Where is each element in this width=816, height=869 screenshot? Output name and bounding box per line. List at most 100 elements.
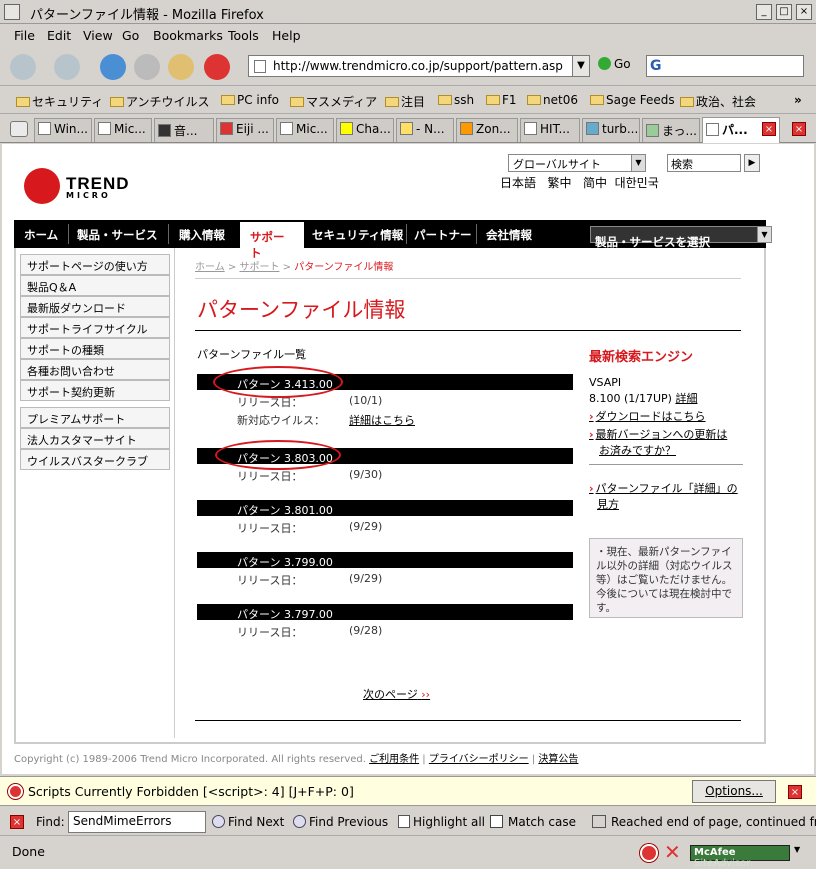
release-date: (9/29) [349, 520, 383, 533]
sidebar-item[interactable]: サポート契約更新 [20, 380, 170, 401]
sidebar-item[interactable]: 各種お問い合わせ [20, 359, 170, 380]
bookmarks-overflow-icon[interactable]: » [794, 93, 802, 107]
financial-link[interactable]: 決算公告 [538, 754, 578, 765]
menu-view[interactable]: View [83, 28, 113, 43]
product-select[interactable]: 製品・サービスを選択 ▼ [590, 226, 772, 249]
bookmark-folder[interactable]: PC info [221, 93, 279, 107]
menu-edit[interactable]: Edit [47, 28, 71, 43]
breadcrumb-home[interactable]: ホーム [195, 262, 225, 273]
tab[interactable]: Cha... [336, 118, 394, 142]
block-x-icon[interactable]: ✕ [664, 842, 681, 862]
pattern-detail-link[interactable]: › パターンファイル「詳細」の 見方 [589, 480, 738, 512]
bookmark-folder[interactable]: 注目 [385, 93, 425, 110]
nav-purchase[interactable]: 購入情報 [179, 227, 225, 243]
lang-zh-tw[interactable]: 繁中 [547, 176, 571, 190]
nav-home[interactable]: ホーム [24, 227, 58, 243]
site-icon [158, 124, 171, 137]
sidebar-item[interactable]: サポートの種類 [20, 338, 170, 359]
noscript-status-icon[interactable] [640, 844, 658, 862]
sidebar-item[interactable]: 法人カスタマーサイト [20, 428, 170, 449]
bookmark-folder[interactable]: F1 [486, 93, 517, 107]
lang-ja[interactable]: 日本語 [500, 176, 536, 190]
find-next-button[interactable]: Find Next [212, 815, 284, 829]
google-icon[interactable]: G [650, 58, 662, 74]
site-search-input[interactable]: 検索 [667, 154, 741, 172]
menu-tools[interactable]: Tools [228, 28, 259, 43]
global-site-select[interactable]: グローバルサイト ▼ [508, 154, 646, 172]
sidebar-item[interactable]: 最新版ダウンロード [20, 296, 170, 317]
menu-help[interactable]: Help [272, 28, 301, 43]
bookmark-folder[interactable]: ssh [438, 93, 474, 107]
stop-icon[interactable] [134, 54, 160, 80]
search-box[interactable]: G [646, 55, 804, 77]
copyright: Copyright (c) 1989-2006 Trend Micro Inco… [14, 754, 366, 765]
nav-support[interactable]: サポート [240, 220, 304, 260]
bookmark-folder[interactable]: アンチウイルス [110, 93, 210, 110]
bookmark-folder[interactable]: マスメディア [290, 93, 377, 110]
next-page-link[interactable]: 次のページ ›› [363, 686, 430, 702]
terms-link[interactable]: ご利用条件 [369, 754, 419, 765]
tab[interactable]: Win... [34, 118, 92, 142]
sidebar-item[interactable]: サポートページの使い方 [20, 254, 170, 275]
privacy-link[interactable]: プライバシーポリシー [429, 754, 529, 765]
close-all-tabs-icon[interactable]: × [792, 122, 806, 136]
match-case-checkbox[interactable]: Match case [490, 815, 576, 829]
find-previous-button[interactable]: Find Previous [293, 815, 388, 829]
chevron-down-icon[interactable]: ▼ [794, 845, 800, 854]
tab[interactable]: Mic... [94, 118, 152, 142]
bookmark-folder[interactable]: net06 [527, 93, 578, 107]
tab[interactable]: Zon... [456, 118, 518, 142]
find-input[interactable]: SendMimeErrors [68, 811, 206, 833]
menu-go[interactable]: Go [122, 28, 139, 43]
nav-company[interactable]: 会社情報 [486, 227, 532, 243]
download-link[interactable]: › ダウンロードはこちら [589, 408, 706, 424]
tab[interactable]: まっ... [642, 118, 700, 142]
close-tab-icon[interactable]: × [762, 122, 776, 136]
bookmark-folder[interactable]: Sage Feeds [590, 93, 675, 107]
sidebar-item[interactable]: サポートライフサイクル [20, 317, 170, 338]
bookmark-folder[interactable]: 政治、社会 [680, 93, 756, 110]
close-findbar-icon[interactable]: × [10, 815, 24, 829]
tab[interactable]: HIT... [520, 118, 580, 142]
site-search-button[interactable]: ▶ [744, 154, 760, 172]
menu-bookmarks[interactable]: Bookmarks [153, 28, 223, 43]
go-button[interactable]: Go [598, 57, 631, 71]
maximize-button[interactable]: □ [776, 4, 792, 20]
back-icon[interactable] [10, 54, 36, 80]
nav-security[interactable]: セキュリティ情報 [312, 227, 403, 243]
close-window-button[interactable]: × [796, 4, 812, 20]
siteadvisor-button[interactable]: McAfee SiteAdvisor [690, 845, 790, 869]
tab[interactable]: turb... [582, 118, 640, 142]
tab-label: Eiji ... [236, 122, 269, 136]
nav-products[interactable]: 製品・サービス [77, 227, 158, 243]
url-bar[interactable]: http://www.trendmicro.co.jp/support/patt… [248, 55, 590, 77]
sidebar-item[interactable]: 製品Q＆A [20, 275, 170, 296]
forward-icon[interactable] [54, 54, 80, 80]
sidebar-item[interactable]: プレミアムサポート [20, 407, 170, 428]
breadcrumb-support[interactable]: サポート [239, 262, 279, 273]
nav-partner[interactable]: パートナー [414, 227, 472, 243]
lang-ko[interactable]: 대한민국 [615, 176, 659, 190]
lang-zh-cn[interactable]: 简中 [583, 176, 607, 190]
highlight-all-button[interactable]: Highlight all [398, 815, 485, 829]
breadcrumb-current: パターンファイル情報 [294, 262, 394, 273]
menu-file[interactable]: File [14, 28, 35, 43]
update-link[interactable]: › 最新バージョンへの更新は お済みですか？ [589, 426, 727, 458]
window-menu-button[interactable] [4, 4, 20, 20]
options-button[interactable]: Options... [692, 780, 776, 803]
sidebar-item[interactable]: ウイルスバスタークラブ [20, 449, 170, 470]
engine-detail-link[interactable]: 詳細 [675, 392, 697, 405]
tab[interactable]: Eiji ... [216, 118, 274, 142]
bookmark-folder[interactable]: セキュリティ [16, 93, 103, 110]
minimize-button[interactable]: _ [756, 4, 772, 20]
close-notification-icon[interactable]: × [788, 785, 802, 799]
url-dropdown-button[interactable]: ▼ [572, 55, 590, 77]
tab[interactable]: - N... [396, 118, 454, 142]
tab[interactable]: 音... [154, 118, 214, 142]
noscript-icon[interactable] [204, 54, 230, 80]
reload-icon[interactable] [100, 54, 126, 80]
home-icon[interactable] [168, 54, 194, 80]
tab[interactable]: Mic... [276, 118, 334, 142]
new-tab-icon[interactable] [10, 121, 28, 137]
virus-detail-link[interactable]: 詳細はこちら [349, 412, 415, 428]
